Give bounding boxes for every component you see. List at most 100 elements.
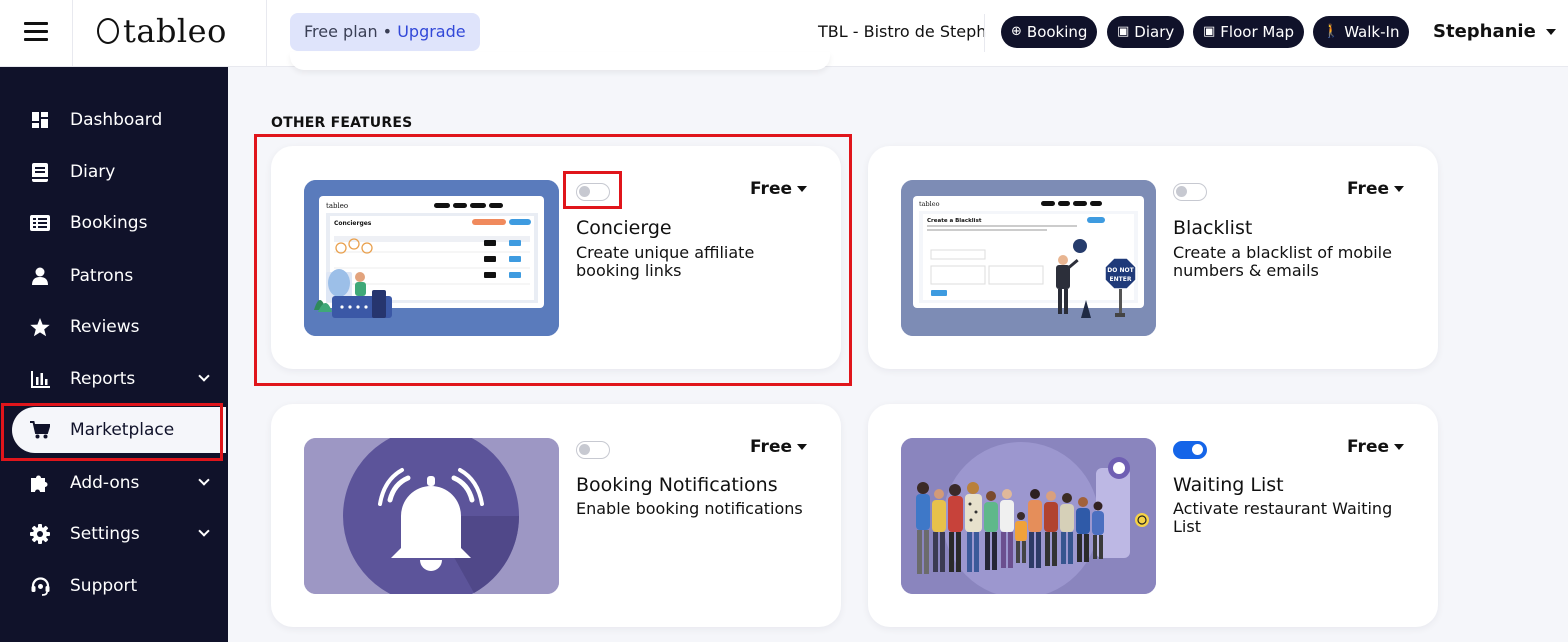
sidebar-item-add-ons[interactable]: Add-ons: [0, 460, 228, 506]
price-label: Free: [1347, 179, 1389, 199]
walk-in-button[interactable]: 🚶 Walk-In: [1313, 16, 1410, 48]
feature-title: Booking Notifications: [576, 474, 778, 496]
chevron-down-icon: [797, 444, 807, 450]
feature-title: Concierge: [576, 217, 672, 239]
person-icon: [30, 266, 50, 286]
concierge-price-dropdown[interactable]: Free: [750, 179, 807, 199]
chevron-down-icon: [198, 370, 210, 382]
plus-circle-icon: ⊕: [1011, 24, 1022, 39]
plan-text: Free plan •: [304, 22, 398, 41]
feature-description: Create unique affiliate booking links: [576, 243, 755, 280]
sidebar-item-reports[interactable]: Reports: [0, 356, 228, 402]
waiting-list-thumbnail: [901, 438, 1156, 594]
sidebar-item-label: Reviews: [70, 317, 140, 337]
sidebar-item-label: Dashboard: [70, 110, 163, 130]
concierge-toggle[interactable]: [576, 183, 610, 201]
booking-notifications-price-dropdown[interactable]: Free: [750, 437, 807, 457]
cart-icon: [30, 420, 50, 440]
feature-card-concierge: tableo Concierges Free Concierge Create …: [271, 146, 841, 369]
chevron-down-icon: [198, 525, 210, 537]
sidebar-item-patrons[interactable]: Patrons: [0, 253, 228, 299]
sidebar-item-reviews[interactable]: Reviews: [0, 304, 228, 350]
upgrade-link[interactable]: Upgrade: [397, 22, 465, 41]
price-label: Free: [750, 437, 792, 457]
floor-map-button-label: Floor Map: [1220, 23, 1295, 41]
sidebar-item-label: Diary: [70, 162, 116, 182]
sidebar-item-label: Support: [70, 576, 138, 596]
feature-description: Enable booking notifications: [576, 499, 803, 518]
sidebar-item-label: Patrons: [70, 266, 134, 286]
diary-button-label: Diary: [1134, 23, 1175, 41]
sidebar-item-bookings[interactable]: Bookings: [0, 200, 228, 246]
sidebar-item-label: Bookings: [70, 213, 148, 233]
sidebar-item-diary[interactable]: Diary: [0, 149, 228, 195]
sidebar-item-label: Add-ons: [70, 473, 140, 493]
sidebar-item-marketplace[interactable]: Marketplace: [12, 407, 226, 453]
blacklist-toggle[interactable]: [1173, 183, 1207, 201]
calendar-icon: ▣: [1117, 24, 1130, 39]
dashboard-icon: [30, 110, 50, 130]
concierge-thumbnail: tableo Concierges: [304, 180, 559, 336]
previous-card-edge: [290, 52, 830, 70]
walk-icon: 🚶: [1323, 24, 1340, 39]
price-label: Free: [750, 179, 792, 199]
concierge-thumb-heading: Concierges: [334, 220, 372, 227]
waiting-list-price-dropdown[interactable]: Free: [1347, 437, 1404, 457]
venue-name[interactable]: TBL - Bistro de Steph: [818, 22, 986, 41]
feature-description: Create a blacklist of mobile numbers & e…: [1173, 243, 1392, 280]
floor-map-button[interactable]: ▣ Floor Map: [1193, 16, 1305, 48]
chevron-down-icon: [797, 186, 807, 192]
chevron-down-icon: [1545, 28, 1556, 35]
booking-notifications-thumbnail: [304, 438, 559, 594]
price-label: Free: [1347, 437, 1389, 457]
divider: [984, 14, 985, 52]
section-title: OTHER FEATURES: [271, 115, 413, 131]
sidebar-item-support[interactable]: Support: [0, 563, 228, 609]
feature-description: Activate restaurant Waiting List: [1173, 499, 1393, 536]
book-icon: [30, 162, 50, 182]
star-icon: [30, 317, 50, 337]
sidebar-item-label: Reports: [70, 369, 136, 389]
list-icon: [30, 213, 50, 233]
feature-card-booking-notifications: Free Booking Notifications Enable bookin…: [271, 404, 841, 627]
gear-icon: [30, 524, 50, 544]
chevron-down-icon: [198, 474, 210, 486]
sidebar-item-label: Marketplace: [70, 420, 175, 440]
feature-card-blacklist: tableo Create a Blacklist DO NOT ENTER F…: [868, 146, 1438, 369]
blacklist-thumb-heading: Create a Blacklist: [927, 218, 982, 224]
blacklist-price-dropdown[interactable]: Free: [1347, 179, 1404, 199]
puzzle-icon: [30, 473, 50, 493]
chart-icon: [30, 369, 50, 389]
booking-notifications-toggle[interactable]: [576, 441, 610, 459]
feature-card-waiting-list: Free Waiting List Activate restaurant Wa…: [868, 404, 1438, 627]
user-name: Stephanie: [1433, 21, 1536, 42]
waiting-list-toggle[interactable]: [1173, 441, 1207, 459]
svg-text:tableo: tableo: [326, 202, 348, 210]
toggle-knob: [579, 186, 590, 197]
feature-title: Blacklist: [1173, 217, 1253, 239]
toggle-knob: [1192, 444, 1203, 455]
user-menu[interactable]: Stephanie: [1433, 21, 1556, 42]
walk-in-button-label: Walk-In: [1344, 23, 1400, 41]
feature-title: Waiting List: [1173, 474, 1284, 496]
blacklist-thumbnail: tableo Create a Blacklist DO NOT ENTER: [901, 180, 1156, 336]
sidebar-item-dashboard[interactable]: Dashboard: [0, 97, 228, 143]
sign-text: ENTER: [1110, 276, 1132, 283]
logo-ring-icon: [97, 18, 119, 44]
toggle-knob: [1176, 186, 1187, 197]
chevron-down-icon: [1394, 186, 1404, 192]
booking-button[interactable]: ⊕ Booking: [1001, 16, 1098, 48]
calendar-icon: ▣: [1203, 24, 1216, 39]
chevron-down-icon: [1394, 444, 1404, 450]
sidebar: Dashboard Diary Bookings Patrons Reviews…: [0, 67, 228, 642]
svg-text:tableo: tableo: [919, 200, 940, 208]
headset-icon: [30, 576, 50, 596]
divider: [72, 0, 73, 67]
booking-button-label: Booking: [1026, 23, 1088, 41]
toggle-knob: [579, 444, 590, 455]
divider: [266, 0, 267, 67]
sidebar-item-settings[interactable]: Settings: [0, 511, 228, 557]
logo[interactable]: tableo: [97, 12, 227, 50]
diary-button[interactable]: ▣ Diary: [1107, 16, 1185, 48]
menu-icon[interactable]: [24, 22, 48, 42]
